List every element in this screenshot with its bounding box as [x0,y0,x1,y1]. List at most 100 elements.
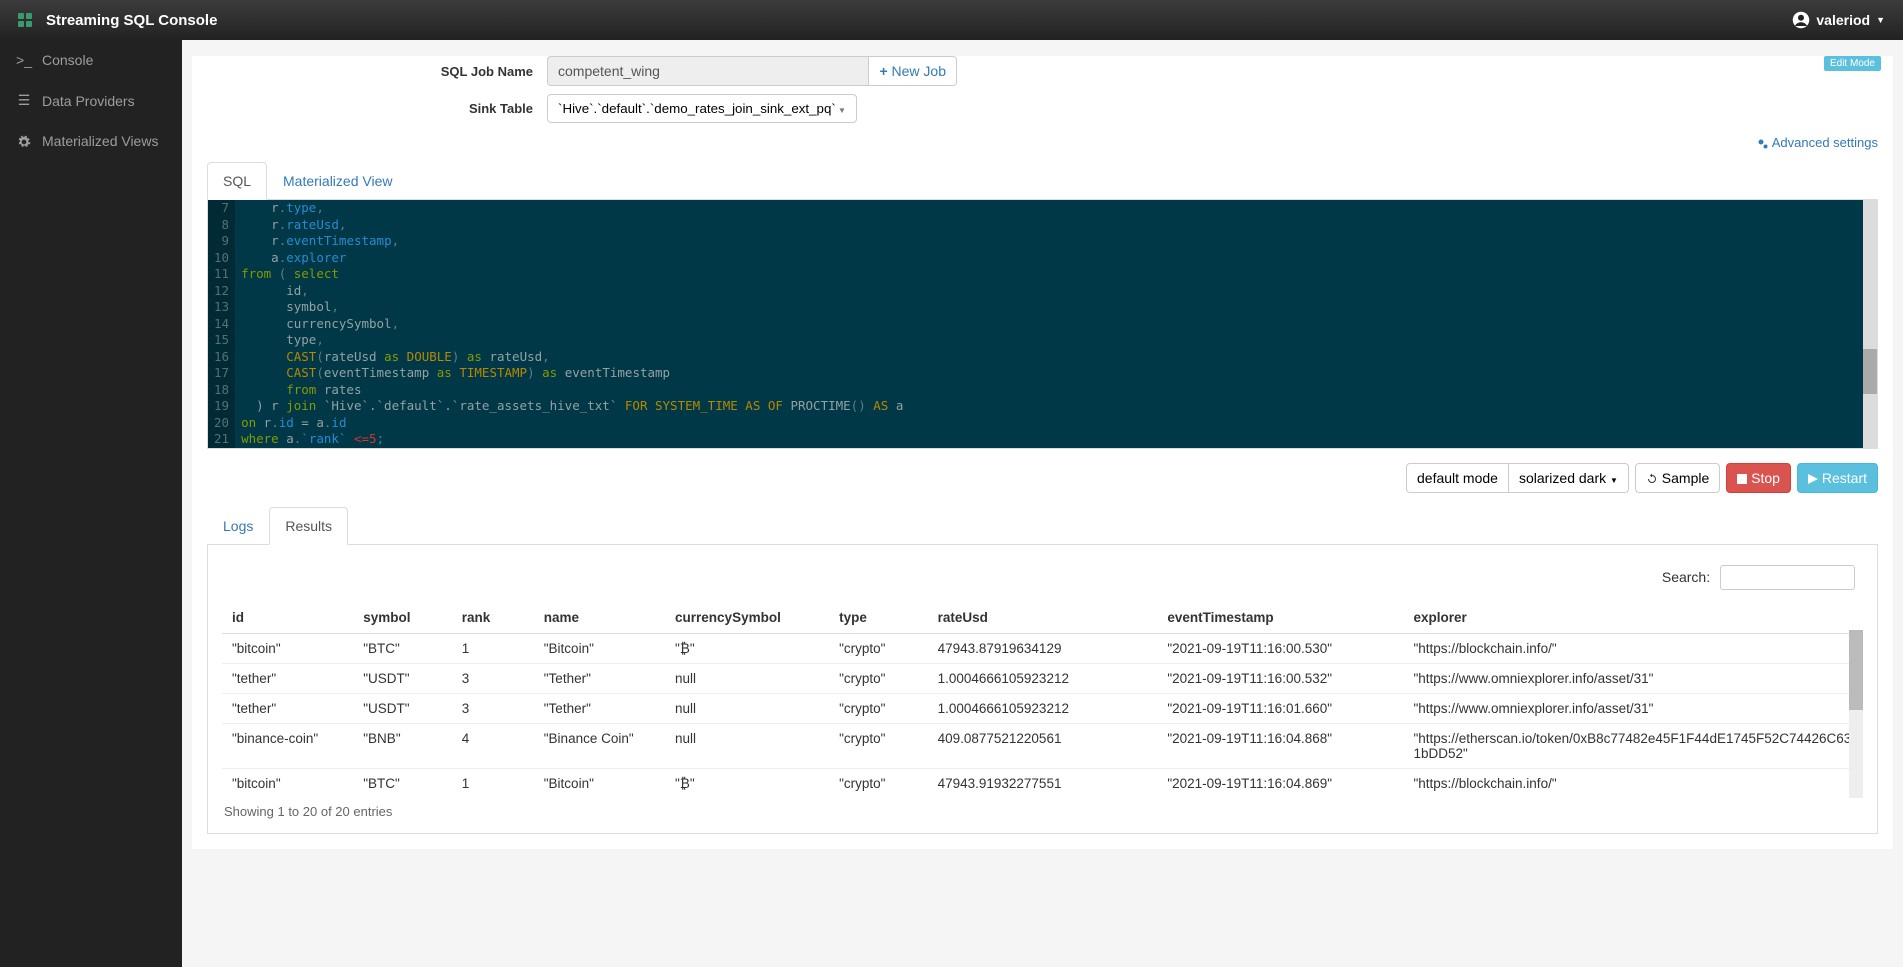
table-cell: 47943.91932277551 [928,768,1158,798]
restart-button[interactable]: Restart [1797,463,1878,493]
table-cell: "BTC" [353,768,451,798]
results-table: idsymbolranknamecurrencySymboltyperateUs… [222,602,1863,798]
table-cell: "tether" [222,663,353,693]
table-cell: "BTC" [353,633,451,663]
sidebar: >_ Console ☰ Data Providers Materialized… [0,40,182,967]
new-job-button[interactable]: + New Job [869,56,957,86]
table-cell: "https://etherscan.io/token/0xB8c77482e4… [1403,723,1863,768]
app-logo-icon [18,13,36,27]
sample-button[interactable]: Sample [1635,463,1720,493]
table-cell: "2021-09-19T11:16:00.530" [1157,633,1403,663]
table-cell: "₿" [665,768,829,798]
table-cell: "BNB" [353,723,451,768]
theme-dropdown[interactable]: solarized dark ▼ [1509,463,1629,493]
table-cell: null [665,693,829,723]
advanced-settings-link[interactable]: Advanced settings [207,135,1878,150]
gear-icon [16,133,32,149]
table-cell: "bitcoin" [222,768,353,798]
chevron-down-icon: ▼ [1876,15,1885,25]
table-cell: "bitcoin" [222,633,353,663]
column-header[interactable]: eventTimestamp [1157,602,1403,634]
table-cell: "USDT" [353,663,451,693]
refresh-icon [1646,473,1658,485]
table-cell: "2021-09-19T11:16:04.868" [1157,723,1403,768]
results-footer: Showing 1 to 20 of 20 entries [222,798,1863,819]
sidebar-item-label: Console [42,52,93,68]
topbar: Streaming SQL Console valeriod ▼ [0,0,1903,40]
mode-button[interactable]: default mode [1406,463,1509,493]
list-icon: ☰ [16,92,32,109]
user-name: valeriod [1816,12,1870,28]
column-header[interactable]: name [534,602,665,634]
table-cell: "Binance Coin" [534,723,665,768]
search-label: Search: [1662,569,1710,585]
app-title: Streaming SQL Console [46,12,217,29]
sidebar-item-label: Materialized Views [42,133,158,149]
output-tabs: Logs Results [207,507,1878,545]
editor-actions: default mode solarized dark ▼ Sample Sto… [207,463,1878,493]
table-cell: "Bitcoin" [534,633,665,663]
table-cell: "2021-09-19T11:16:01.660" [1157,693,1403,723]
table-cell: 3 [452,663,534,693]
table-cell: "https://www.omniexplorer.info/asset/31" [1403,663,1863,693]
column-header[interactable]: id [222,602,353,634]
table-cell: null [665,723,829,768]
job-name-input[interactable] [547,56,869,86]
table-cell: "binance-coin" [222,723,353,768]
edit-mode-badge[interactable]: Edit Mode [1824,56,1881,71]
table-cell: "https://blockchain.info/" [1403,768,1863,798]
user-menu[interactable]: valeriod ▼ [1792,11,1885,29]
sidebar-item-data-providers[interactable]: ☰ Data Providers [0,80,182,121]
tab-materialized-view[interactable]: Materialized View [267,162,408,199]
sidebar-item-console[interactable]: >_ Console [0,40,182,80]
table-cell: "₿" [665,633,829,663]
table-cell: "USDT" [353,693,451,723]
tab-sql[interactable]: SQL [207,162,267,200]
table-cell: 409.0877521220561 [928,723,1158,768]
sql-editor[interactable]: 789101112131415161718192021 r.type, r.ra… [208,200,1877,448]
terminal-icon: >_ [16,52,32,68]
sidebar-item-materialized-views[interactable]: Materialized Views [0,121,182,161]
table-cell: "https://www.omniexplorer.info/asset/31" [1403,693,1863,723]
table-row: "tether""USDT"3"Tether"null"crypto"1.000… [222,693,1863,723]
column-header[interactable]: type [829,602,927,634]
table-cell: "crypto" [829,663,927,693]
table-cell: 1.0004666105923212 [928,693,1158,723]
table-cell: 4 [452,723,534,768]
job-name-label: SQL Job Name [207,64,547,79]
tab-results[interactable]: Results [269,507,348,545]
table-cell: "tether" [222,693,353,723]
table-row: "bitcoin""BTC"1"Bitcoin""₿""crypto"47943… [222,768,1863,798]
sidebar-item-label: Data Providers [42,93,135,109]
table-cell: 1.0004666105923212 [928,663,1158,693]
column-header[interactable]: symbol [353,602,451,634]
console-panel: Edit Mode SQL Job Name + New Job Sink Ta… [192,56,1893,849]
table-cell: "crypto" [829,633,927,663]
sink-table-dropdown[interactable]: `Hive`.`default`.`demo_rates_join_sink_e… [547,94,857,123]
chevron-down-icon: ▼ [1610,476,1618,485]
table-cell: "Tether" [534,663,665,693]
main: Edit Mode SQL Job Name + New Job Sink Ta… [182,40,1903,869]
stop-button[interactable]: Stop [1726,463,1791,493]
gears-icon [1757,138,1769,150]
tab-logs[interactable]: Logs [207,507,269,544]
table-cell: "Tether" [534,693,665,723]
column-header[interactable]: rank [452,602,534,634]
table-cell: "2021-09-19T11:16:00.532" [1157,663,1403,693]
results-search-input[interactable] [1720,565,1855,590]
table-cell: "crypto" [829,723,927,768]
table-cell: 47943.87919634129 [928,633,1158,663]
results-scrollbar[interactable] [1849,630,1863,798]
column-header[interactable]: rateUsd [928,602,1158,634]
editor-scrollbar[interactable] [1863,200,1877,448]
table-cell: "https://blockchain.info/" [1403,633,1863,663]
column-header[interactable]: currencySymbol [665,602,829,634]
table-cell: 1 [452,633,534,663]
table-row: "binance-coin""BNB"4"Binance Coin"null"c… [222,723,1863,768]
table-row: "tether""USDT"3"Tether"null"crypto"1.000… [222,663,1863,693]
table-cell: "Bitcoin" [534,768,665,798]
column-header[interactable]: explorer [1403,602,1863,634]
play-icon [1808,474,1818,484]
table-row: "bitcoin""BTC"1"Bitcoin""₿""crypto"47943… [222,633,1863,663]
table-cell: "crypto" [829,693,927,723]
